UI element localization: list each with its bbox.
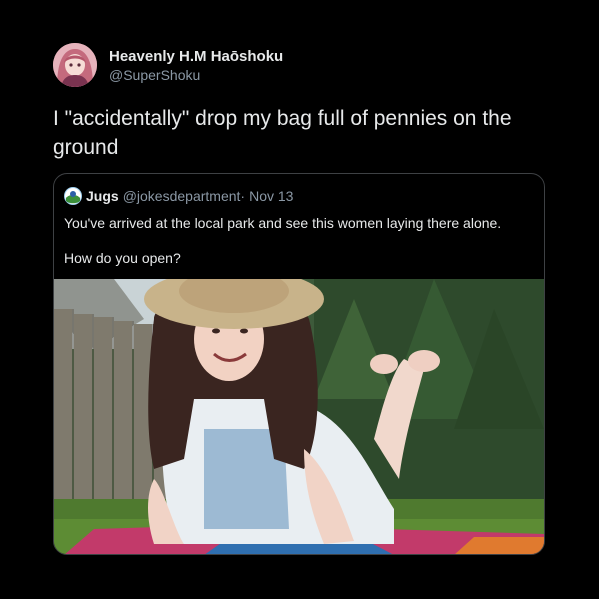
quoted-tweet-header: Jugs @jokesdepartment · Nov 13 [64, 186, 293, 206]
author-handle[interactable]: @SuperShoku [109, 67, 200, 83]
quoted-author-avatar[interactable] [64, 187, 82, 205]
quoted-author-name[interactable]: Jugs [86, 188, 119, 204]
date-separator: · [240, 188, 246, 204]
quoted-tweet-photo[interactable] [54, 269, 544, 554]
tweet-text: I "accidentally" drop my bag full of pen… [53, 107, 512, 159]
quoted-tweet-line-2: How do you open? [64, 250, 181, 266]
quoted-tweet-date[interactable]: Nov 13 [249, 188, 293, 204]
quoted-tweet-line-1: You've arrived at the local park and see… [64, 215, 502, 231]
quoted-author-handle[interactable]: @jokesdepartment [123, 188, 241, 204]
author-name[interactable]: Heavenly H.M Haōshoku [109, 48, 283, 65]
quoted-tweet[interactable]: Jugs @jokesdepartment · Nov 13 You've ar… [53, 173, 545, 555]
tweet: Heavenly H.M Haōshoku @SuperShoku I "acc… [0, 0, 599, 599]
author-avatar[interactable] [53, 43, 97, 87]
